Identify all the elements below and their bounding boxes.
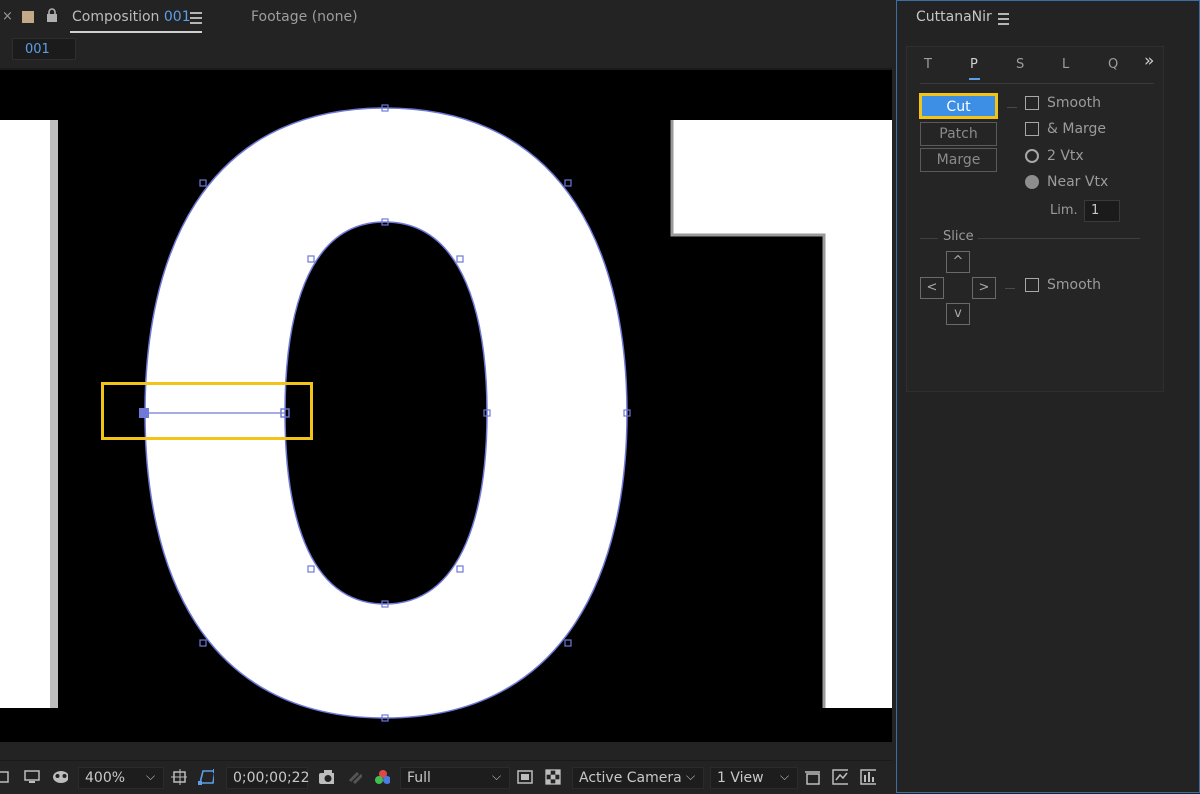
divider (1007, 107, 1017, 108)
toggle-pixel-aspect-icon[interactable] (804, 769, 820, 785)
near-vtx-label: Near Vtx (1047, 174, 1109, 190)
digit-one-right (672, 120, 892, 708)
and-marge-label: & Marge (1047, 121, 1107, 137)
mask-path-visibility-icon[interactable] (198, 769, 214, 785)
lim-input[interactable]: 1 (1084, 200, 1120, 222)
digit-one-left (0, 120, 56, 708)
lim-label: Lim. (1050, 203, 1078, 218)
tab-l[interactable]: L (1062, 57, 1069, 72)
zoom-value: 400% (85, 770, 126, 786)
show-snapshot-icon[interactable] (346, 769, 362, 785)
lock-icon[interactable] (46, 8, 58, 22)
chevron-down-icon: ⌵ (492, 769, 502, 783)
timecode-value: 0;00;00;22 (233, 770, 310, 786)
and-marge-checkbox[interactable] (1025, 122, 1039, 136)
two-vtx-label: 2 Vtx (1047, 148, 1084, 164)
highlight-box (101, 382, 313, 440)
camera-value: Active Camera (579, 770, 682, 786)
tab-s[interactable]: S (1016, 57, 1024, 72)
smooth-checkbox[interactable] (1025, 96, 1039, 110)
divider (920, 238, 938, 239)
tab-q[interactable]: Q (1108, 57, 1118, 72)
view-layout-value: 1 View (717, 770, 764, 786)
near-vtx-radio[interactable] (1025, 175, 1039, 189)
viewport-gap (0, 742, 892, 760)
panel-title: CuttanaNir (916, 9, 992, 25)
two-vtx-radio[interactable] (1025, 149, 1039, 163)
camera-dropdown[interactable]: Active Camera (572, 767, 704, 789)
divider (978, 238, 1140, 239)
tab-composition-number: 001 (163, 9, 191, 25)
cut-button[interactable]: Cut (919, 93, 998, 119)
close-tab-icon[interactable]: × (2, 9, 13, 24)
marge-button[interactable]: Marge (920, 148, 997, 172)
region-of-interest-icon[interactable] (171, 769, 187, 785)
patch-button[interactable]: Patch (920, 122, 997, 146)
slice-smooth-checkbox[interactable] (1025, 278, 1039, 292)
tab-composition[interactable]: Composition 001 (72, 9, 191, 25)
chevron-down-icon: ⌵ (686, 769, 696, 783)
more-tabs-icon[interactable]: » (1144, 51, 1154, 71)
comp-name-tag[interactable]: 001 (12, 38, 76, 60)
tab-menu-icon[interactable] (190, 12, 202, 27)
active-panel-tab-underline (969, 78, 980, 80)
slice-label: Slice (943, 229, 974, 244)
slice-smooth-label: Smooth (1047, 277, 1102, 293)
monitor-icon[interactable] (24, 769, 40, 785)
tab-p[interactable]: P (970, 57, 978, 72)
slice-down-button[interactable]: v (946, 303, 970, 325)
comp-toolbar: 400% ⌵ 0;00;00;22 Full ⌵ Active Camera ⌵… (0, 760, 892, 794)
resolution-value: Full (407, 770, 431, 786)
active-tab-underline (70, 31, 202, 33)
panel-menu-icon[interactable] (998, 13, 1009, 28)
tab-footage[interactable]: Footage (none) (251, 9, 358, 25)
flowchart-icon[interactable] (860, 769, 876, 785)
chevron-down-icon: ⌵ (780, 769, 790, 783)
mask-icon[interactable] (52, 769, 68, 785)
transparency-grid-icon[interactable] (545, 769, 561, 785)
chevron-down-icon: ⌵ (146, 769, 156, 783)
tab-t[interactable]: T (924, 57, 932, 72)
timecode-field[interactable]: 0;00;00;22 (226, 767, 310, 789)
grid-icon[interactable] (0, 769, 12, 785)
divider (1005, 288, 1015, 289)
timeline-icon[interactable] (832, 769, 848, 785)
slice-right-button[interactable]: > (972, 277, 996, 299)
comp-color-swatch[interactable] (22, 11, 34, 23)
tabs-divider (920, 83, 1154, 84)
slice-up-button[interactable]: ^ (946, 251, 970, 273)
fast-preview-icon[interactable] (517, 769, 533, 785)
channel-icon[interactable] (374, 769, 390, 785)
tab-composition-label: Composition (72, 9, 160, 25)
smooth-label: Smooth (1047, 95, 1102, 111)
comp-subbar (0, 36, 892, 68)
slice-left-button[interactable]: < (920, 277, 944, 299)
camera-snapshot-icon[interactable] (318, 769, 334, 785)
